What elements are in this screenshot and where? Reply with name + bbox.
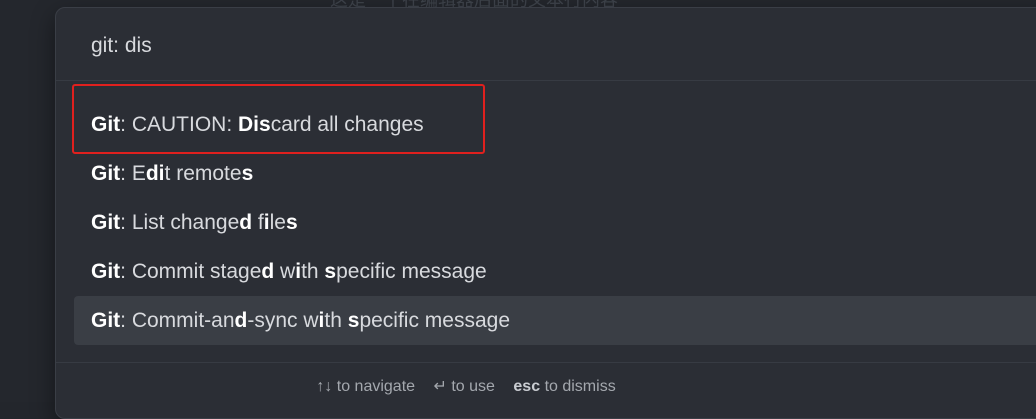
result-text: : CAUTION: xyxy=(120,113,239,136)
result-text: th xyxy=(301,260,325,283)
command-result-item[interactable]: Git: Commit staged with specific message xyxy=(74,247,1036,296)
result-text: : Commit stage xyxy=(120,260,262,283)
result-text: w xyxy=(274,260,296,283)
match-highlight: Git xyxy=(91,260,121,283)
command-result-item[interactable]: Git: Edit remotes xyxy=(74,149,1036,198)
footer-hints: ↑↓ to navigate ↵ to use esc to dismiss xyxy=(56,376,876,396)
dismiss-hint-text: to dismiss xyxy=(544,378,616,395)
result-text: card all changes xyxy=(270,113,424,136)
result-text: pecific message xyxy=(336,260,487,283)
dismiss-hint: esc to dismiss xyxy=(513,378,615,395)
search-row xyxy=(56,8,1036,81)
match-highlight: s xyxy=(347,309,360,332)
result-text: le xyxy=(269,211,286,234)
result-text: t remote xyxy=(164,162,242,185)
match-highlight: d xyxy=(239,211,253,234)
esc-key-label: esc xyxy=(513,378,541,395)
match-highlight: Git xyxy=(91,113,121,136)
match-highlight: Git xyxy=(91,211,121,234)
match-highlight: s xyxy=(285,211,298,234)
use-hint-text: to use xyxy=(451,378,495,395)
results-list: Git: CAUTION: Discard all changes Git: Ed… xyxy=(74,100,1036,345)
result-text: : E xyxy=(120,162,146,185)
result-text: f xyxy=(252,211,264,234)
command-result-item[interactable]: Git: Commit-and-sync with specific messa… xyxy=(74,296,1036,345)
command-palette: Git: CAUTION: Discard all changesGit: Ed… xyxy=(55,7,1036,419)
navigate-hint-text: to navigate xyxy=(336,378,416,395)
result-text: -sync w xyxy=(247,309,319,332)
match-highlight: s xyxy=(241,162,254,185)
result-text: th xyxy=(324,309,348,332)
enter-key-icon: ↵ xyxy=(433,378,447,395)
match-highlight: di xyxy=(145,162,165,185)
arrow-up-down-icon: ↑↓ xyxy=(316,378,333,395)
result-text: pecific message xyxy=(359,309,511,332)
match-highlight: d xyxy=(261,260,275,283)
command-search-input[interactable] xyxy=(91,31,991,61)
result-text: : List change xyxy=(120,211,240,234)
match-highlight: s xyxy=(324,260,337,283)
command-result-item[interactable]: Git: CAUTION: Discard all changes xyxy=(74,100,1036,149)
palette-footer: ↑↓ to navigate ↵ to use esc to dismiss xyxy=(56,362,1036,411)
result-text: : Commit-an xyxy=(120,309,235,332)
use-hint: ↵ to use xyxy=(434,378,500,395)
command-result-item[interactable]: Git: List changed files xyxy=(74,198,1036,247)
match-highlight: Git xyxy=(91,309,121,332)
match-highlight: Dis xyxy=(238,113,271,136)
navigate-hint: ↑↓ to navigate xyxy=(316,378,419,395)
match-highlight: Git xyxy=(91,162,121,185)
match-highlight: d xyxy=(234,309,248,332)
